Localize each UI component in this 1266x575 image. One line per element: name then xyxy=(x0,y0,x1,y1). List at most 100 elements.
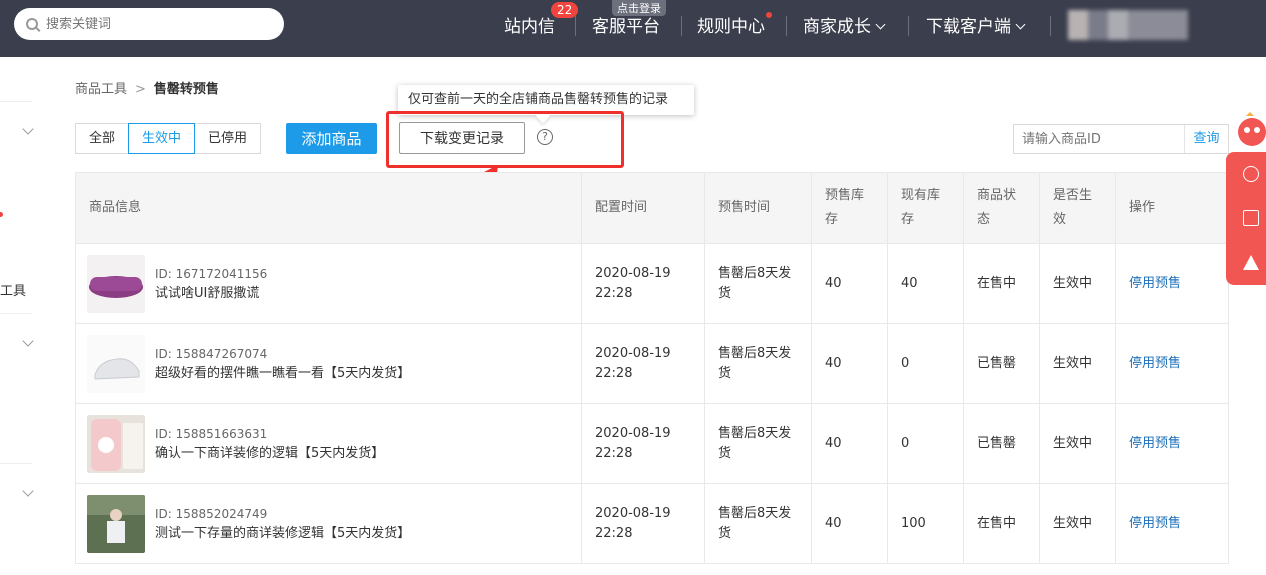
nav-divider xyxy=(908,16,909,36)
sidebar-item-tools[interactable]: 工具 xyxy=(0,280,26,299)
current-stock: 40 xyxy=(887,243,964,324)
chevron-down-icon[interactable] xyxy=(22,123,34,135)
config-date: 2020-08-19 xyxy=(595,425,671,441)
chat-icon[interactable] xyxy=(1243,166,1259,182)
nav-merchant-growth-label: 商家成长 xyxy=(803,17,871,37)
nav-rules-center[interactable]: 规则中心 xyxy=(697,12,765,37)
product-thumbnail[interactable] xyxy=(87,494,145,553)
presale-time: 售罄后8天发货 xyxy=(704,483,812,564)
product-status: 在售中 xyxy=(963,243,1040,324)
current-stock: 0 xyxy=(887,323,964,404)
current-stock: 100 xyxy=(887,483,964,564)
presale-stock: 40 xyxy=(811,243,888,324)
nav-download-client-label: 下载客户端 xyxy=(926,17,1011,37)
col-presale-time: 预售时间 xyxy=(704,172,812,244)
table-row: ID: 158851663631 确认一下商详装修的逻辑【5天内发货】 2020-… xyxy=(75,403,1229,484)
nav-messages[interactable]: 站内信 xyxy=(504,12,555,37)
product-status: 在售中 xyxy=(963,483,1040,564)
config-date: 2020-08-19 xyxy=(595,505,671,521)
search-icon xyxy=(26,18,38,30)
nav-divider xyxy=(681,16,682,36)
product-thumbnail[interactable] xyxy=(87,414,145,473)
product-status: 已售罄 xyxy=(963,323,1040,404)
mascot-icon[interactable] xyxy=(1232,110,1266,150)
product-id: ID: 158851663631 xyxy=(155,426,268,441)
nav-divider xyxy=(786,16,787,36)
effective-status: 生效中 xyxy=(1039,243,1116,324)
col-operation: 操作 xyxy=(1115,172,1229,244)
nav-merchant-growth[interactable]: 商家成长 xyxy=(803,12,886,37)
config-time: 22:28 xyxy=(595,365,633,381)
product-id: ID: 158847267074 xyxy=(155,346,268,361)
nav-divider xyxy=(1050,16,1051,36)
table-row: ID: 158852024749 测试一下存量的商详装修逻辑【5天内发货】 202… xyxy=(75,483,1229,564)
product-id-search: 查询 xyxy=(1013,124,1229,154)
tab-all[interactable]: 全部 xyxy=(75,123,130,154)
config-date: 2020-08-19 xyxy=(595,265,671,281)
disable-presale-link[interactable]: 停用预售 xyxy=(1129,436,1181,451)
add-product-button[interactable]: 添加商品 xyxy=(286,123,377,154)
left-sidebar: 工具 xyxy=(0,57,52,575)
col-effective: 是否生效 xyxy=(1039,172,1116,244)
nav-divider xyxy=(575,16,576,36)
current-stock: 0 xyxy=(887,403,964,484)
presale-time: 售罄后8天发货 xyxy=(704,243,812,324)
disable-presale-link[interactable]: 停用预售 xyxy=(1129,356,1181,371)
sidebar-divider xyxy=(0,463,32,464)
col-config-time: 配置时间 xyxy=(581,172,705,244)
sidebar-notify-dot xyxy=(0,212,3,217)
disable-presale-link[interactable]: 停用预售 xyxy=(1129,276,1181,291)
warning-icon[interactable] xyxy=(1243,255,1259,270)
global-search-input[interactable] xyxy=(46,16,266,32)
product-id-input[interactable] xyxy=(1014,125,1184,153)
table-row: ID: 158847267074 超级好看的摆件瞧一瞧看一看【5天内发货】 202… xyxy=(75,323,1229,404)
global-search[interactable] xyxy=(14,8,284,40)
config-time: 22:28 xyxy=(595,525,633,541)
main-content: 商品工具 > 售罄转预售 全部 生效中 已停用 添加商品 下载变更记录 ? 仅可查前… xyxy=(52,57,1266,575)
login-tip[interactable]: 点击登录 xyxy=(612,0,666,16)
presale-time: 售罄后8天发货 xyxy=(704,403,812,484)
tab-disabled[interactable]: 已停用 xyxy=(194,123,262,154)
col-product-info: 商品信息 xyxy=(75,172,582,244)
sidebar-divider xyxy=(0,313,32,314)
presale-stock: 40 xyxy=(811,403,888,484)
product-name[interactable]: 测试一下存量的商详装修逻辑【5天内发货】 xyxy=(155,524,410,544)
disable-presale-link[interactable]: 停用预售 xyxy=(1129,516,1181,531)
config-date: 2020-08-19 xyxy=(595,345,671,361)
product-thumbnail[interactable] xyxy=(87,254,145,313)
breadcrumb-parent[interactable]: 商品工具 xyxy=(75,82,127,97)
presale-time: 售罄后8天发货 xyxy=(704,323,812,404)
effective-status: 生效中 xyxy=(1039,403,1116,484)
config-time: 22:28 xyxy=(595,285,633,301)
sidebar-divider xyxy=(0,101,32,102)
table-row: ID: 167172041156 试试啥UI舒服撒谎 2020-08-19 22:2… xyxy=(75,243,1229,324)
config-time: 22:28 xyxy=(595,445,633,461)
product-name[interactable]: 超级好看的摆件瞧一瞧看一看【5天内发货】 xyxy=(155,364,410,384)
col-product-status: 商品状态 xyxy=(963,172,1040,244)
product-id: ID: 167172041156 xyxy=(155,266,268,281)
product-name[interactable]: 试试啥UI舒服撒谎 xyxy=(155,284,267,304)
top-nav-bar: 站内信 22 客服平台 点击登录 规则中心 商家成长 下载客户端 xyxy=(0,0,1266,57)
presale-stock: 40 xyxy=(811,323,888,404)
account-info-blurred[interactable] xyxy=(1068,10,1188,40)
rules-notify-dot xyxy=(766,12,772,18)
presale-stock: 40 xyxy=(811,483,888,564)
product-id: ID: 158852024749 xyxy=(155,506,268,521)
col-presale-stock: 预售库存 xyxy=(811,172,888,244)
nav-download-client[interactable]: 下载客户端 xyxy=(926,12,1026,37)
chevron-down-icon xyxy=(875,19,886,30)
chevron-down-icon[interactable] xyxy=(22,335,34,347)
status-filter-tabs: 全部 生效中 已停用 xyxy=(75,123,262,154)
product-thumbnail[interactable] xyxy=(87,334,145,393)
floating-toolbar xyxy=(1226,152,1266,285)
chevron-down-icon xyxy=(1015,19,1026,30)
edit-icon[interactable] xyxy=(1243,210,1259,226)
tab-active[interactable]: 生效中 xyxy=(128,123,196,154)
product-status: 已售罄 xyxy=(963,403,1040,484)
chevron-down-icon[interactable] xyxy=(22,485,34,497)
presale-product-table: 商品信息 配置时间 预售时间 预售库存 现有库存 商品状态 是否生效 操作 ID… xyxy=(75,172,1229,564)
effective-status: 生效中 xyxy=(1039,323,1116,404)
product-name[interactable]: 确认一下商详装修的逻辑【5天内发货】 xyxy=(155,444,384,464)
page-title: 售罄转预售 xyxy=(153,82,219,97)
query-button[interactable]: 查询 xyxy=(1184,125,1228,153)
